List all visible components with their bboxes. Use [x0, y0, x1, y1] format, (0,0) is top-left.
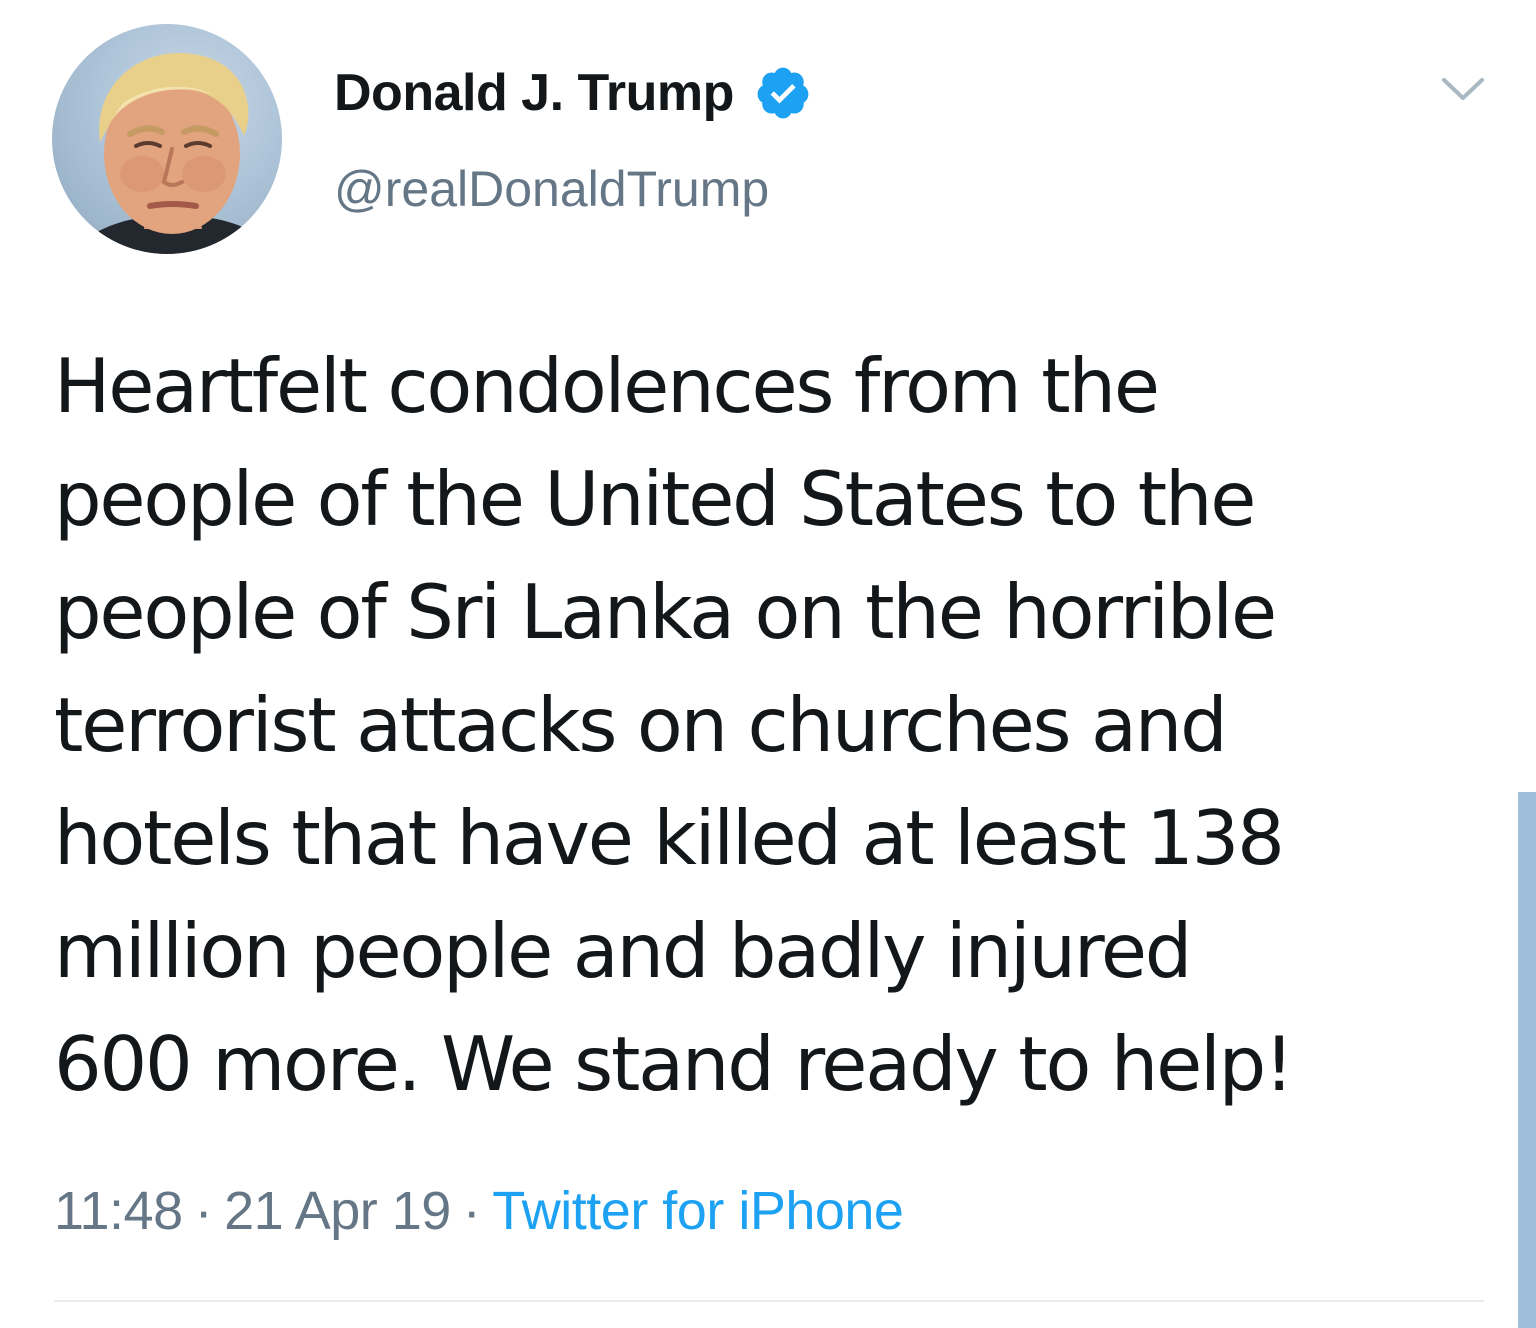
tweet-text-line: people of Sri Lanka on the horrible — [54, 568, 1277, 656]
author-handle[interactable]: @realDonaldTrump — [334, 160, 769, 218]
tweet-text-line: million people and badly injured — [54, 907, 1192, 995]
meta-separator: · — [462, 1181, 481, 1241]
avatar-photo — [72, 52, 277, 254]
author-name-row[interactable]: Donald J. Trump — [334, 58, 812, 128]
tweet-text-line: 600 more. We stand ready to help! — [54, 1020, 1294, 1108]
tweet-time: 11:48 — [54, 1181, 183, 1241]
chevron-down-icon[interactable] — [1438, 70, 1488, 110]
meta-separator: · — [194, 1181, 213, 1241]
tweet-text-line: hotels that have killed at least 138 — [54, 794, 1285, 882]
tweet-text-line: Heartfelt condolences from the — [54, 342, 1160, 430]
tweet-date: 21 Apr 19 — [224, 1181, 451, 1241]
tweet-card: Donald J. Trump @realDonaldTrump Heartfe… — [0, 0, 1536, 1328]
scroll-indicator[interactable] — [1518, 792, 1536, 1328]
tweet-source-link[interactable]: Twitter for iPhone — [492, 1181, 904, 1241]
divider — [54, 1300, 1484, 1302]
tweet-text-line: people of the United States to the — [54, 455, 1256, 543]
author-display-name[interactable]: Donald J. Trump — [334, 63, 734, 123]
tweet-meta: 11:48 · 21 Apr 19 · Twitter for iPhone — [54, 1180, 904, 1242]
tweet-text: Heartfelt condolences from the people of… — [54, 330, 1494, 1121]
avatar[interactable] — [52, 24, 282, 254]
verified-badge-icon — [754, 64, 812, 122]
tweet-text-line: terrorist attacks on churches and — [54, 681, 1228, 769]
